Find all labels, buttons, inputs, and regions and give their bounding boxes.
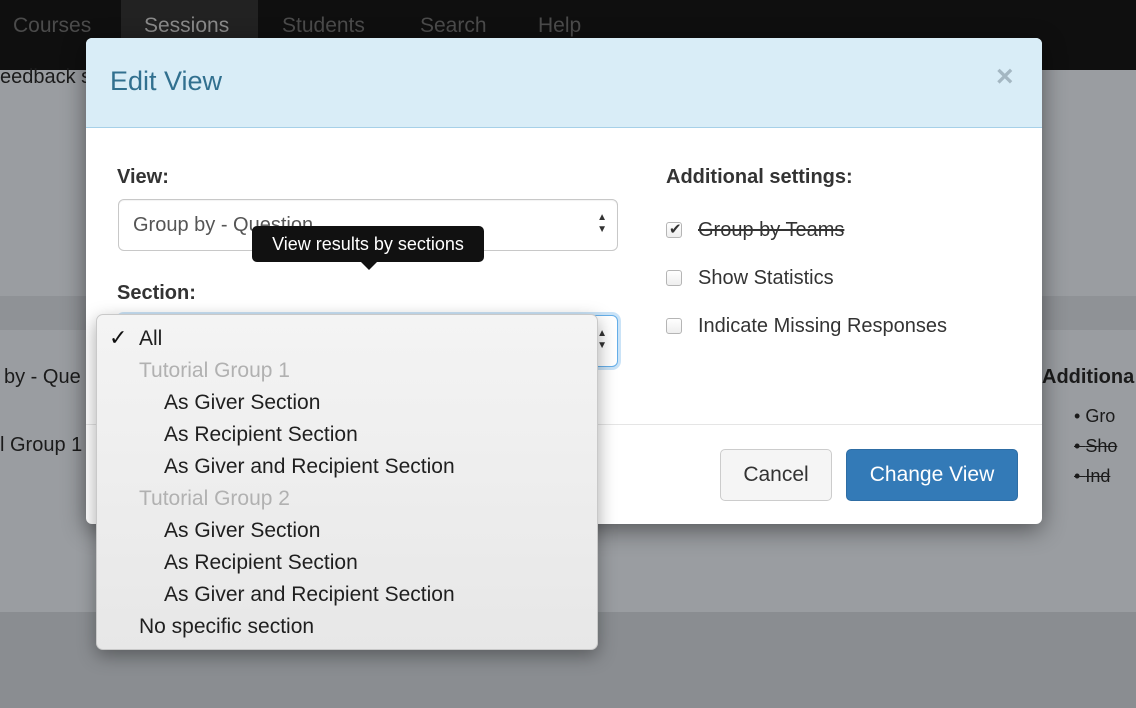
group-by-teams-checkbox[interactable]: ✔ — [666, 221, 682, 238]
background-bullet-1: • Gro — [1074, 406, 1116, 426]
nav-courses[interactable]: Courses — [13, 14, 91, 38]
option-tg2-giver-recipient[interactable]: As Giver and Recipient Section — [164, 583, 455, 607]
updown-arrows-icon: ▲ ▼ — [597, 328, 607, 351]
show-statistics-row[interactable]: Show Statistics — [666, 263, 834, 293]
optgroup-tutorial-group-2: Tutorial Group 2 — [139, 487, 290, 510]
view-label: View: — [117, 166, 169, 188]
section-label: Section: — [117, 282, 196, 304]
background-feedback-text: eedback s — [0, 66, 92, 88]
indicate-missing-row[interactable]: Indicate Missing Responses — [666, 311, 947, 341]
option-tg1-recipient[interactable]: As Recipient Section — [164, 423, 358, 447]
background-groupby-text: by - Que — [4, 366, 81, 388]
indicate-missing-label: Indicate Missing Responses — [698, 314, 948, 337]
group-by-teams-label: Group by Teams — [698, 218, 845, 241]
section-tooltip: View results by sections — [252, 226, 484, 262]
checkmark-icon: ✔ — [669, 221, 682, 238]
option-tg1-giver-recipient[interactable]: As Giver and Recipient Section — [164, 455, 455, 479]
nav-search[interactable]: Search — [420, 14, 487, 38]
updown-arrows-icon: ▲ ▼ — [597, 212, 607, 235]
checkmark-icon: ✓ — [109, 325, 128, 350]
additional-settings-label: Additional settings: — [666, 166, 853, 188]
background-bullet-3: • Ind — [1074, 466, 1111, 486]
option-all[interactable]: All — [139, 327, 162, 351]
option-no-specific-section[interactable]: No specific section — [139, 615, 314, 639]
option-tg1-giver[interactable]: As Giver Section — [164, 391, 320, 415]
background-additional-text: Additiona — [1042, 366, 1135, 388]
modal-header: Edit View × — [86, 38, 1042, 128]
close-icon[interactable]: × — [996, 60, 1014, 94]
indicate-missing-checkbox[interactable] — [666, 318, 682, 334]
option-tg2-giver[interactable]: As Giver Section — [164, 519, 320, 543]
optgroup-tutorial-group-1: Tutorial Group 1 — [139, 359, 290, 382]
change-view-button[interactable]: Change View — [846, 449, 1018, 501]
group-by-teams-row[interactable]: ✔ Group by Teams — [666, 215, 844, 245]
option-tg2-recipient[interactable]: As Recipient Section — [164, 551, 358, 575]
tooltip-arrow — [361, 262, 377, 270]
background-bullet-2: • Sho — [1074, 436, 1118, 456]
background-group-text: l Group 1 — [0, 434, 83, 456]
cancel-button[interactable]: Cancel — [720, 449, 832, 501]
show-statistics-label: Show Statistics — [698, 266, 834, 289]
modal-title: Edit View — [110, 66, 223, 96]
nav-sessions[interactable]: Sessions — [144, 14, 229, 38]
nav-help[interactable]: Help — [538, 14, 581, 38]
show-statistics-checkbox[interactable] — [666, 270, 682, 286]
section-dropdown-list: ✓ All Tutorial Group 1 As Giver Section … — [96, 314, 598, 650]
nav-students[interactable]: Students — [282, 14, 365, 38]
